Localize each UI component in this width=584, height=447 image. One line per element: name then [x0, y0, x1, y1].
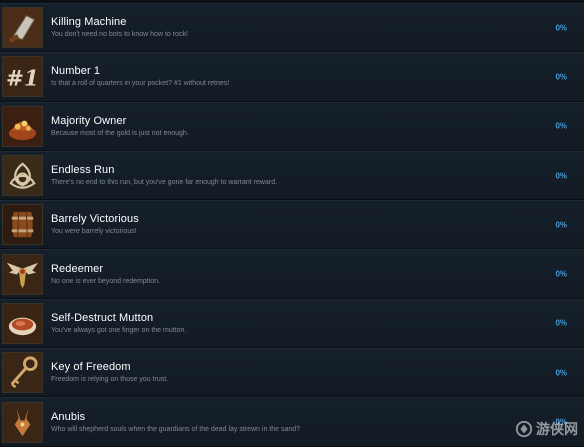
- cleaver-icon: [2, 7, 43, 48]
- achievement-row[interactable]: Endless Run There's no end to this run, …: [0, 151, 584, 200]
- achievement-percent: 0%: [555, 319, 567, 328]
- achievement-row[interactable]: Self-Destruct Mutton You've always got o…: [0, 299, 584, 348]
- achievement-name: Number 1: [51, 65, 584, 78]
- achievement-description: Is that a roll of quarters in your pocke…: [51, 79, 584, 89]
- achievement-percent: 0%: [555, 23, 567, 32]
- achievement-name: Key of Freedom: [51, 361, 584, 374]
- achievement-row[interactable]: Majority Owner Because most of the gold …: [0, 102, 584, 151]
- svg-text:#1: #1: [6, 67, 39, 92]
- barrel-icon: [2, 204, 43, 245]
- achievement-description: You don't need no bots to know how to ro…: [51, 30, 584, 40]
- achievement-name: Barrely Victorious: [51, 213, 584, 226]
- triquetra-icon: [2, 155, 43, 196]
- achievement-description: No one is ever beyond redemption.: [51, 277, 584, 287]
- achievement-name: Endless Run: [51, 164, 584, 177]
- number-one-icon: #1: [2, 56, 43, 97]
- achievement-row[interactable]: Redeemer No one is ever beyond redemptio…: [0, 249, 584, 298]
- achievement-row[interactable]: Anubis Who will shepherd souls when the …: [0, 397, 584, 446]
- achievement-row[interactable]: #1 Number 1 Is that a roll of quarters i…: [0, 52, 584, 101]
- achievement-percent: 0%: [555, 72, 567, 81]
- achievement-row[interactable]: Killing Machine You don't need no bots t…: [0, 3, 584, 52]
- winged-emblem-icon: [2, 254, 43, 295]
- achievement-percent: 0%: [555, 270, 567, 279]
- treasure-icon: [2, 106, 43, 147]
- achievement-name: Self-Destruct Mutton: [51, 312, 584, 325]
- achievement-description: Because most of the gold is just not eno…: [51, 129, 584, 139]
- achievement-description: You've always got one finger on the mutt…: [51, 326, 584, 336]
- achievement-percent: 0%: [555, 122, 567, 131]
- achievement-list: Killing Machine You don't need no bots t…: [0, 3, 584, 447]
- achievement-percent: 0%: [555, 418, 567, 427]
- mutton-icon: [2, 303, 43, 344]
- achievement-name: Anubis: [51, 411, 584, 424]
- achievement-percent: 0%: [555, 171, 567, 180]
- achievement-description: There's no end to this run, but you've g…: [51, 178, 584, 188]
- achievement-description: You were barrely victorious!: [51, 227, 584, 237]
- achievement-row[interactable]: Barrely Victorious You were barrely vict…: [0, 200, 584, 249]
- achievement-row[interactable]: Key of Freedom Freedom is relying on tho…: [0, 348, 584, 397]
- achievement-name: Redeemer: [51, 263, 584, 276]
- achievement-name: Killing Machine: [51, 16, 584, 29]
- achievement-name: Majority Owner: [51, 115, 584, 128]
- anubis-icon: [2, 402, 43, 443]
- achievement-percent: 0%: [555, 220, 567, 229]
- achievement-description: Who will shepherd souls when the guardia…: [51, 425, 584, 435]
- achievement-percent: 0%: [555, 368, 567, 377]
- achievement-description: Freedom is relying on those you trust.: [51, 375, 584, 385]
- key-icon: [2, 352, 43, 393]
